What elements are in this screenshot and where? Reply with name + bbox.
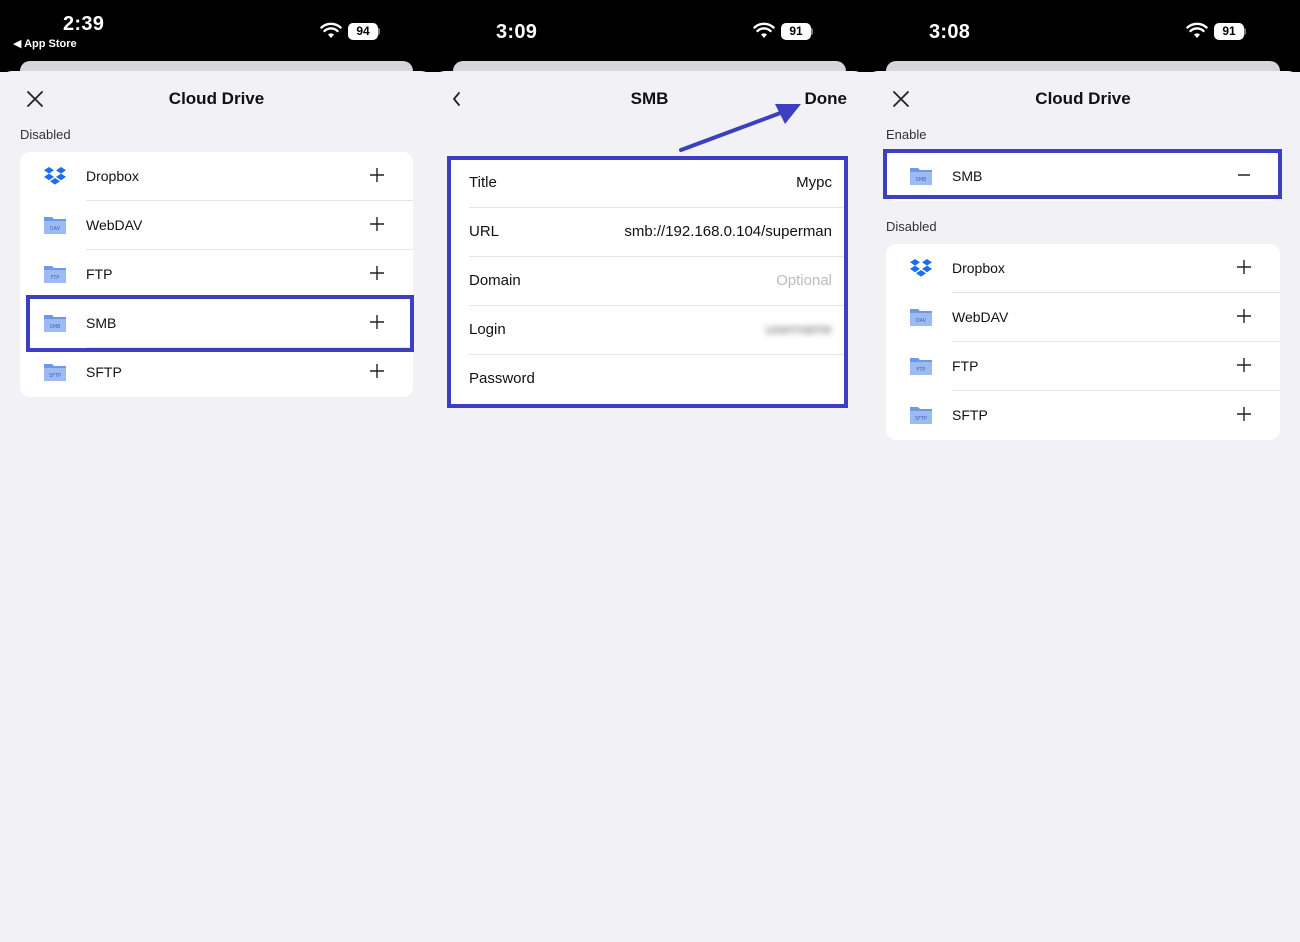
back-to-app-store-link[interactable]: ◀ App Store [13, 37, 77, 50]
form-row-domain: Domain [449, 257, 846, 306]
form-row-title: Title [449, 159, 846, 208]
list-item-smb[interactable]: SMB SMB [20, 299, 413, 348]
list-item-dropbox[interactable]: Dropbox [886, 244, 1280, 293]
field-label: Password [469, 370, 535, 387]
svg-text:SMB: SMB [916, 177, 927, 183]
list-item-smb[interactable]: SMB SMB [886, 152, 1280, 201]
enabled-drive-list: SMB SMB [886, 152, 1280, 201]
plus-icon[interactable] [1236, 406, 1252, 422]
status-time: 2:39 [63, 13, 105, 35]
svg-text:SFTP: SFTP [49, 373, 61, 379]
sheet: Cloud Drive Enable SMB SMB Disabled Drop… [866, 71, 1300, 942]
drive-label: FTP [86, 266, 113, 282]
plus-icon[interactable] [1236, 308, 1252, 324]
battery-level: 94 [348, 23, 378, 40]
done-button[interactable]: Done [805, 89, 848, 109]
status-time: 3:08 [929, 21, 971, 43]
svg-text:FTP: FTP [51, 275, 60, 281]
webdav-folder-icon: DAV [910, 309, 932, 326]
url-field[interactable] [582, 223, 832, 240]
status-time: 3:09 [496, 21, 538, 43]
section-label-disabled: Disabled [886, 219, 937, 234]
dropbox-icon [44, 167, 66, 185]
drive-label: Dropbox [952, 260, 1005, 276]
disabled-drive-list: Dropbox DAV WebDAV FTP FTP [886, 244, 1280, 440]
domain-field[interactable] [582, 272, 832, 289]
list-item-webdav[interactable]: DAV WebDAV [886, 293, 1280, 342]
sftp-folder-icon: SFTP [910, 407, 932, 424]
field-label: Title [469, 174, 497, 191]
battery-level: 91 [1214, 23, 1244, 40]
battery-nub [1244, 28, 1246, 35]
list-item-webdav[interactable]: DAV WebDAV [20, 201, 413, 250]
plus-icon[interactable] [369, 216, 385, 232]
plus-icon[interactable] [369, 265, 385, 281]
drive-label: WebDAV [952, 309, 1009, 325]
plus-icon[interactable] [369, 363, 385, 379]
svg-text:DAV: DAV [50, 226, 61, 232]
list-item-sftp[interactable]: SFTP SFTP [20, 348, 413, 397]
battery-nub [378, 28, 380, 35]
screen-cloud-drive-enabled: 3:08 91 Cloud Drive Enable SMB SMB Disab… [866, 0, 1300, 942]
drive-label: Dropbox [86, 168, 139, 184]
minus-icon[interactable] [1236, 167, 1252, 183]
svg-text:SFTP: SFTP [915, 416, 927, 422]
webdav-folder-icon: DAV [44, 217, 66, 234]
wifi-icon [320, 22, 342, 38]
list-item-sftp[interactable]: SFTP SFTP [886, 391, 1280, 440]
field-label: Domain [469, 272, 521, 289]
drive-label: SFTP [952, 407, 988, 423]
password-field[interactable] [582, 370, 832, 387]
drive-label: SMB [952, 168, 983, 184]
list-item-ftp[interactable]: FTP FTP [20, 250, 413, 299]
form-row-login: Login [449, 306, 846, 355]
list-item-ftp[interactable]: FTP FTP [886, 342, 1280, 391]
navigation-bar: Cloud Drive [0, 71, 433, 127]
ftp-folder-icon: FTP [44, 266, 66, 283]
smb-folder-icon: SMB [44, 315, 66, 332]
form-row-url: URL [449, 208, 846, 257]
section-label-enable: Enable [886, 127, 927, 142]
drive-label: WebDAV [86, 217, 143, 233]
login-field[interactable] [582, 321, 832, 338]
navigation-bar: SMB Done [433, 71, 866, 127]
page-title: SMB [630, 89, 669, 108]
sftp-folder-icon: SFTP [44, 364, 66, 381]
smb-folder-icon: SMB [910, 168, 932, 185]
page-title: Cloud Drive [168, 89, 265, 108]
title-field[interactable] [582, 174, 832, 191]
drive-label: SFTP [86, 364, 122, 380]
svg-text:SMB: SMB [50, 324, 61, 330]
page-title: Cloud Drive [1035, 89, 1131, 108]
list-item-dropbox[interactable]: Dropbox [20, 152, 413, 201]
sheet: Cloud Drive Disabled Dropbox DAV WebDAV [0, 71, 433, 942]
battery-level: 91 [781, 23, 811, 40]
wifi-icon [753, 22, 775, 38]
ftp-folder-icon: FTP [910, 358, 932, 375]
smb-form: Title URL Domain Login Password [449, 159, 846, 404]
screen-smb-config: 3:09 91 SMB Done Title URL [433, 0, 866, 942]
svg-text:DAV: DAV [916, 318, 927, 324]
dropbox-icon [910, 259, 932, 277]
form-row-password: Password [449, 355, 846, 404]
disabled-drive-list: Dropbox DAV WebDAV FTP FTP [20, 152, 413, 397]
screen-cloud-drive-initial: 2:39 ◀ App Store 94 Cloud Drive Disabled… [0, 0, 433, 942]
navigation-bar: Cloud Drive [866, 71, 1300, 127]
battery-nub [811, 28, 813, 35]
drive-label: FTP [952, 358, 979, 374]
section-label-disabled: Disabled [20, 127, 71, 142]
plus-icon[interactable] [369, 167, 385, 183]
plus-icon[interactable] [1236, 259, 1252, 275]
wifi-icon [1186, 22, 1208, 38]
sheet: SMB Done Title URL Domain Login [433, 71, 866, 942]
field-label: URL [469, 223, 500, 240]
drive-label: SMB [86, 315, 117, 331]
plus-icon[interactable] [369, 314, 385, 330]
plus-icon[interactable] [1236, 357, 1252, 373]
field-label: Login [469, 321, 506, 338]
svg-text:FTP: FTP [917, 367, 926, 373]
